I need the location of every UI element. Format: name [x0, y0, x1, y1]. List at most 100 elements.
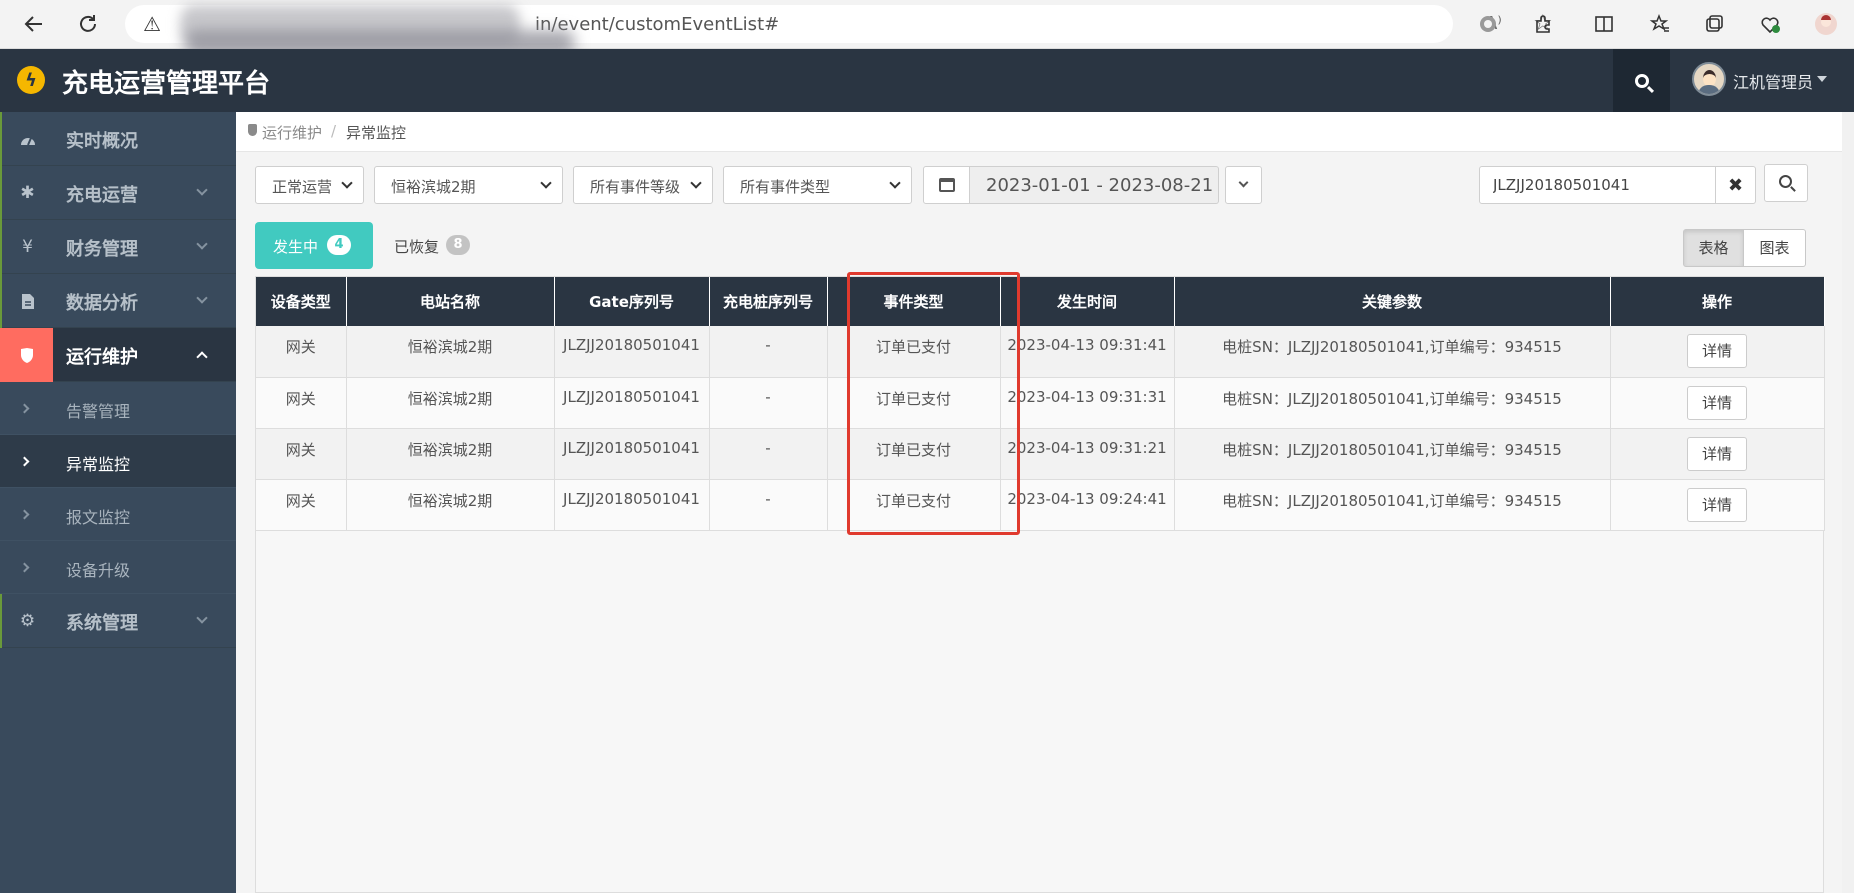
search-icon — [1779, 175, 1792, 188]
status-select-value: 正常运营 — [272, 178, 333, 196]
detail-button[interactable]: 详情 — [1687, 436, 1747, 471]
profile-avatar-icon[interactable] — [1812, 10, 1840, 38]
view-chart-button[interactable]: 图表 — [1744, 229, 1806, 267]
search-icon[interactable] — [1613, 49, 1670, 112]
table-row: 网关 恒裕滨城2期 JLZJJ20180501041 - 订单已支付 2023-… — [256, 479, 1825, 531]
asterisk-icon: ✱ — [0, 166, 53, 220]
cell-pile-sn: - — [709, 428, 828, 480]
chevron-down-icon — [196, 238, 208, 250]
sidebar-item-system[interactable]: ⚙ 系统管理 — [0, 594, 236, 648]
column-header: 充电桩序列号 — [709, 277, 828, 326]
favorites-icon[interactable] — [1646, 10, 1674, 38]
sidebar-item-label: 财务管理 — [66, 239, 138, 260]
sidebar-item-maintenance[interactable]: 运行维护 — [0, 328, 236, 382]
table-row: 网关 恒裕滨城2期 JLZJJ20180501041 - 订单已支付 2023-… — [256, 326, 1825, 378]
chevron-down-icon[interactable] — [1817, 76, 1827, 82]
url-text: in/event/customEventList# — [535, 14, 780, 35]
yen-icon: ¥ — [0, 220, 53, 274]
station-select-value: 恒裕滨城2期 — [391, 178, 476, 196]
tab-recovered[interactable]: 已恢复 8 — [380, 222, 480, 269]
cell-action: 详情 — [1610, 479, 1825, 531]
user-name[interactable]: 江机管理员 — [1733, 69, 1813, 93]
status-select[interactable]: 正常运营 — [255, 166, 364, 204]
reload-icon[interactable] — [74, 10, 102, 38]
gears-icon: ⚙ — [0, 594, 53, 648]
chevron-down-icon — [690, 177, 702, 189]
back-arrow-icon[interactable] — [20, 10, 48, 38]
detail-button[interactable]: 详情 — [1687, 487, 1747, 522]
cell-gate-sn: JLZJJ20180501041 — [554, 377, 710, 429]
cell-gate-sn: JLZJJ20180501041 — [554, 479, 710, 531]
date-range-dropdown[interactable] — [1225, 166, 1262, 204]
chevron-right-icon — [19, 562, 30, 573]
cell-params: 电桩SN：JLZJJ20180501041,订单编号：934515 — [1174, 377, 1611, 429]
cell-station: 恒裕滨城2期 — [346, 326, 555, 378]
chevron-down-icon — [889, 177, 901, 189]
breadcrumb-current: 异常监控 — [346, 124, 407, 142]
chevron-right-icon — [19, 403, 30, 414]
highlight-annotation-box — [847, 272, 1020, 535]
sidebar-sub-item-message[interactable]: 报文监控 — [0, 488, 236, 541]
breadcrumb-parent[interactable]: 运行维护 — [262, 122, 322, 143]
table-row: 网关 恒裕滨城2期 JLZJJ20180501041 - 订单已支付 2023-… — [256, 428, 1825, 480]
dashboard-icon — [0, 112, 53, 166]
clear-search-button[interactable]: ✖ — [1716, 166, 1756, 204]
extension-circle-icon[interactable] — [1474, 10, 1502, 38]
chevron-down-icon — [196, 612, 208, 624]
column-header: 发生时间 — [1000, 277, 1175, 326]
app-title: 充电运营管理平台 — [62, 69, 271, 99]
cell-device-type: 网关 — [256, 326, 347, 378]
column-header: 关键参数 — [1174, 277, 1611, 326]
sidebar-sub-item-label: 设备升级 — [66, 561, 131, 580]
cell-params: 电桩SN：JLZJJ20180501041,订单编号：934515 — [1174, 326, 1611, 378]
detail-button[interactable]: 详情 — [1687, 334, 1747, 368]
cell-device-type: 网关 — [256, 377, 347, 429]
chevron-down-icon — [196, 292, 208, 304]
column-header: 电站名称 — [346, 277, 555, 326]
sidebar-sub-item-upgrade[interactable]: 设备升级 — [0, 541, 236, 594]
column-header: Gate序列号 — [554, 277, 710, 326]
sidebar-item-charging[interactable]: ✱ 充电运营 — [0, 166, 236, 220]
event-table-container: 设备类型 电站名称 Gate序列号 充电桩序列号 事件类型 发生时间 关键参数 … — [255, 276, 1825, 893]
cell-time: 2023-04-13 09:31:31 — [1000, 377, 1175, 429]
sidebar-item-label: 系统管理 — [66, 613, 138, 634]
column-header: 设备类型 — [256, 277, 347, 326]
count-badge: 8 — [446, 235, 470, 255]
view-table-button[interactable]: 表格 — [1683, 229, 1744, 267]
sidebar-sub-item-label: 异常监控 — [66, 455, 131, 474]
cell-params: 电桩SN：JLZJJ20180501041,订单编号：934515 — [1174, 479, 1611, 531]
search-input[interactable] — [1479, 166, 1716, 204]
sidebar-item-analytics[interactable]: 数据分析 — [0, 274, 236, 328]
sidebar-item-realtime[interactable]: 实时概况 — [0, 112, 236, 166]
split-screen-icon[interactable] — [1590, 10, 1618, 38]
scrollbar[interactable] — [1842, 112, 1854, 893]
cell-station: 恒裕滨城2期 — [346, 428, 555, 480]
detail-button[interactable]: 详情 — [1687, 385, 1747, 420]
cell-action: 详情 — [1610, 428, 1825, 480]
event-level-select[interactable]: 所有事件等级 — [573, 166, 713, 204]
cell-gate-sn: JLZJJ20180501041 — [554, 428, 710, 480]
chevron-up-icon — [196, 351, 208, 363]
close-icon: ✖ — [1727, 174, 1744, 196]
sidebar-item-finance[interactable]: ¥ 财务管理 — [0, 220, 236, 274]
sidebar: 实时概况 ✱ 充电运营 ¥ 财务管理 数据分析 运行维护 告警管理 异常监控 报… — [0, 112, 236, 893]
sidebar-sub-item-label: 报文监控 — [66, 508, 131, 527]
date-range-field[interactable]: 2023-01-01 - 2023-08-21 — [970, 166, 1219, 204]
table-header-row: 设备类型 电站名称 Gate序列号 充电桩序列号 事件类型 发生时间 关键参数 … — [256, 277, 1825, 326]
warning-icon: ⚠ — [143, 12, 161, 36]
event-type-select[interactable]: 所有事件类型 — [723, 166, 912, 204]
sidebar-sub-item-alarm[interactable]: 告警管理 — [0, 382, 236, 435]
sidebar-sub-item-label: 告警管理 — [66, 402, 131, 421]
cell-station: 恒裕滨城2期 — [346, 377, 555, 429]
extensions-puzzle-icon[interactable] — [1529, 10, 1557, 38]
calendar-icon[interactable] — [923, 166, 970, 204]
station-select[interactable]: 恒裕滨城2期 — [374, 166, 563, 204]
tab-occurring[interactable]: 发生中 4 — [255, 222, 373, 269]
avatar[interactable] — [1692, 62, 1726, 96]
date-range-value: 2023-01-01 - 2023-08-21 — [986, 175, 1214, 196]
search-button[interactable] — [1764, 164, 1808, 202]
sidebar-sub-item-anomaly[interactable]: 异常监控 — [0, 435, 236, 488]
collections-icon[interactable] — [1700, 10, 1728, 38]
cell-time: 2023-04-13 09:24:41 — [1000, 479, 1175, 531]
health-heart-icon[interactable] — [1756, 10, 1784, 38]
